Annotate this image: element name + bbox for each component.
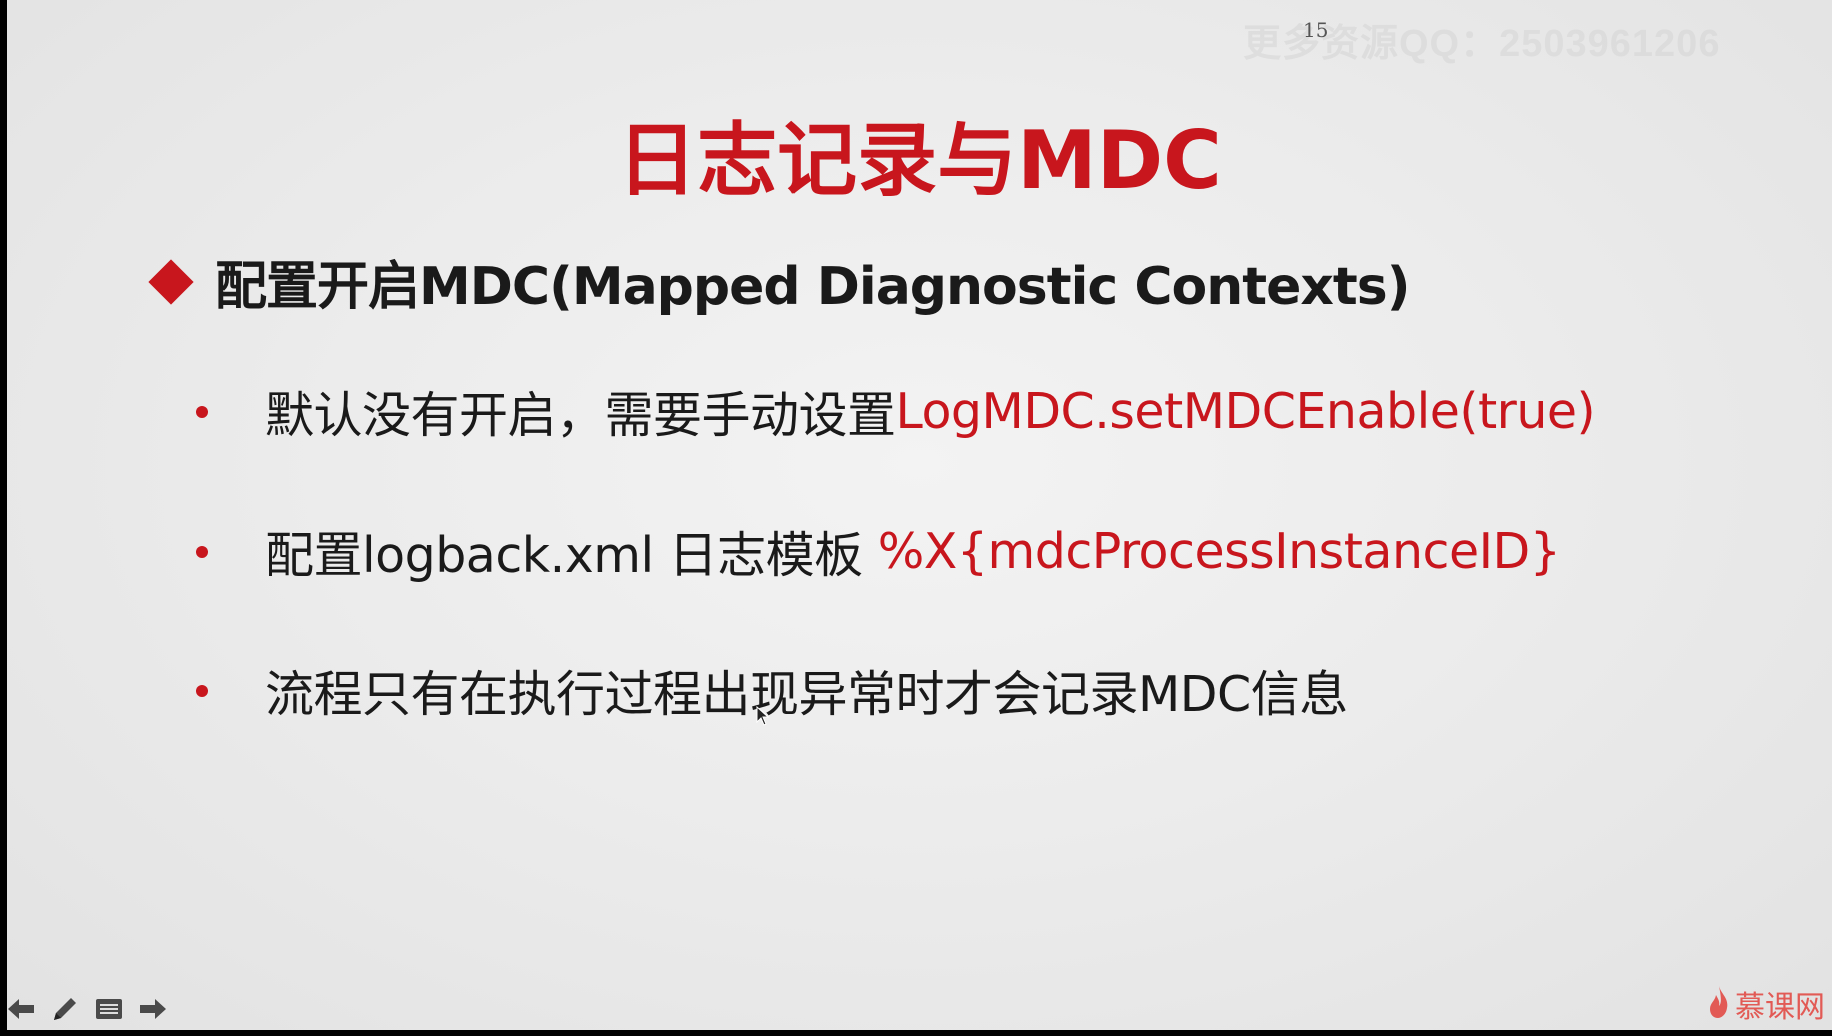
bullet-item: 流程只有在执行过程出现异常时才会记录MDC信息 — [196, 655, 1348, 726]
bullet-dot-icon — [196, 684, 208, 697]
bullet-item: 默认没有开启，需要手动设置 LogMDC.setMDCEnable(true) — [196, 376, 1596, 447]
bullet-dot-icon — [196, 405, 208, 418]
slideshow-toolbar — [4, 992, 170, 1026]
flame-icon — [1707, 984, 1731, 1025]
logo: 慕课网 — [1707, 982, 1825, 1026]
slide: 更多资源QQ：2503961206 15 日志记录与MDC 配置开启MDC(Ma… — [7, 0, 1832, 1030]
pen-icon[interactable] — [48, 992, 82, 1026]
section-heading-text: 配置开启MDC(Mapped Diagnostic Contexts) — [215, 257, 1410, 317]
logo-text: 慕课网 — [1735, 990, 1825, 1025]
bullet-code: LogMDC.setMDCEnable(true) — [895, 383, 1596, 440]
bullet-text: 流程只有在执行过程出现异常时才会记录MDC信息 — [265, 666, 1348, 723]
slide-title: 日志记录与MDC — [617, 114, 1222, 207]
bullet-code: %X{mdcProcessInstanceID} — [877, 523, 1561, 580]
bullet-text: 配置logback.xml 日志模板 — [265, 527, 878, 584]
arrow-left-icon[interactable] — [4, 992, 38, 1026]
bullet-text: 默认没有开启，需要手动设置 — [265, 387, 896, 444]
presentation-window: 更多资源QQ：2503961206 15 日志记录与MDC 配置开启MDC(Ma… — [0, 0, 1832, 1036]
bullet-item: 配置logback.xml 日志模板 %X{mdcProcessInstance… — [196, 516, 1561, 587]
arrow-right-icon[interactable] — [136, 992, 170, 1026]
bullet-dot-icon — [196, 545, 208, 558]
menu-icon[interactable] — [92, 992, 126, 1026]
diamond-bullet-icon — [148, 258, 194, 305]
section-heading: 配置开启MDC(Mapped Diagnostic Contexts) — [148, 244, 1410, 319]
mouse-cursor-icon — [756, 705, 770, 731]
page-number: 15 — [1303, 18, 1329, 42]
